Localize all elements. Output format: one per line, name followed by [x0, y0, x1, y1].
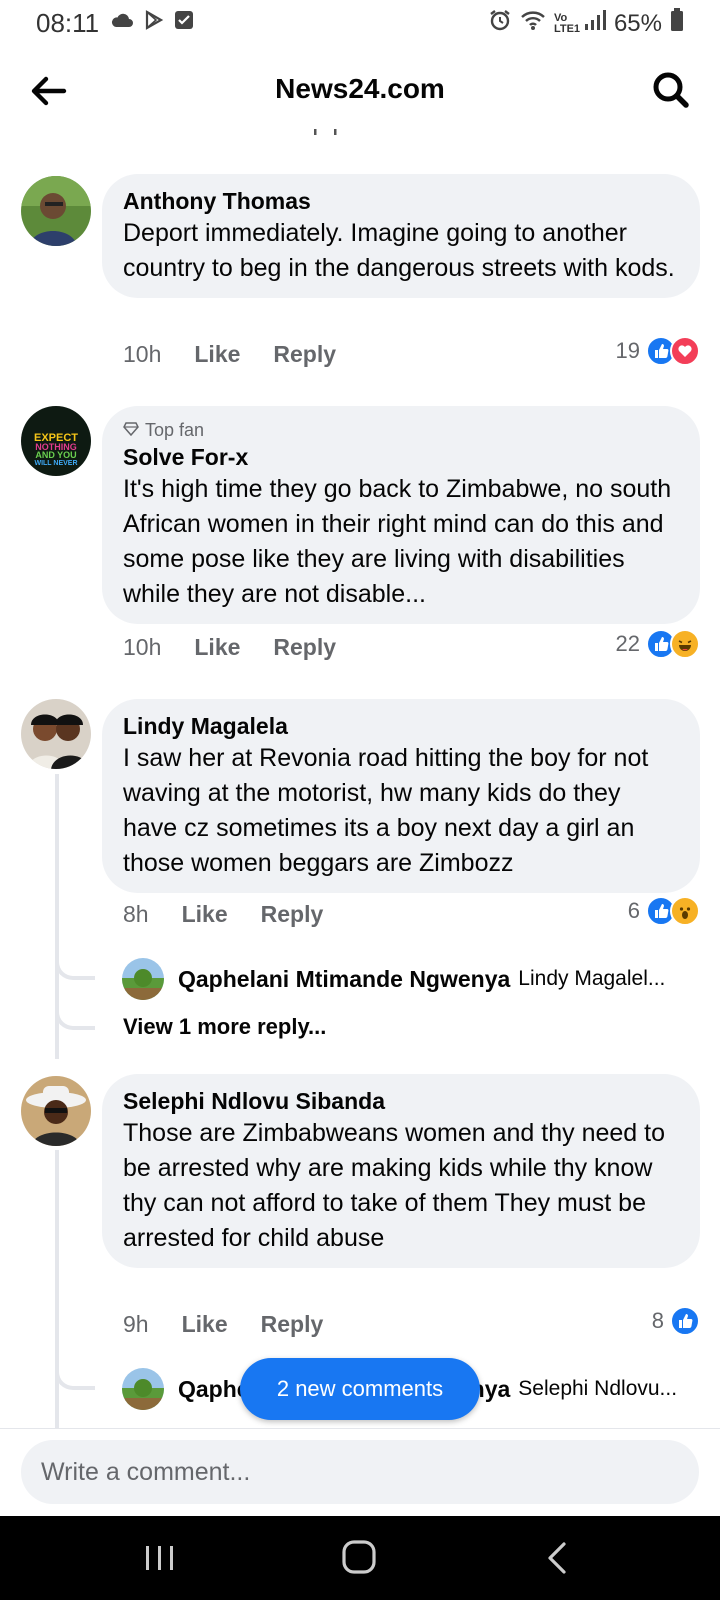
- like-button[interactable]: Like: [182, 1311, 228, 1338]
- wow-reaction-icon: [670, 896, 700, 926]
- haha-reaction-icon: [670, 629, 700, 659]
- reaction-count: 22: [615, 631, 640, 656]
- avatar-solve-for-x[interactable]: EXPECT NOTHING AND YOU WILL NEVER: [21, 406, 91, 476]
- battery-percent: 65%: [613, 9, 662, 37]
- home-button[interactable]: [338, 1536, 382, 1580]
- like-button[interactable]: Like: [194, 634, 240, 661]
- reply-button[interactable]: Reply: [273, 634, 336, 661]
- reaction-count: 6: [627, 898, 640, 923]
- comment-time: 8h: [123, 901, 149, 927]
- reply-button[interactable]: Reply: [261, 901, 324, 928]
- reply-text: Lindy Magalel...: [518, 967, 666, 990]
- reactions-summary[interactable]: 22: [616, 629, 700, 659]
- top-fan-badge: Top fan: [123, 418, 680, 442]
- like-button[interactable]: Like: [194, 341, 240, 368]
- comment-text: Deport immediately. Imagine going to ano…: [123, 219, 675, 282]
- alarm-icon: [488, 8, 512, 39]
- comment-bubble[interactable]: Top fan Solve For-x It's high time they …: [102, 406, 700, 624]
- comment-composer: [0, 1428, 720, 1516]
- clipped-text-fragment: [312, 126, 342, 136]
- comment-text: I saw her at Revonia road hitting the bo…: [123, 744, 649, 877]
- avatar-lindy-magalela[interactable]: [21, 699, 91, 769]
- page-title: News24.com: [275, 73, 445, 104]
- comment-actions: 8h Like Reply: [123, 901, 323, 928]
- battery-icon: [670, 8, 684, 39]
- reactions-summary[interactable]: 19: [616, 336, 700, 366]
- recent-apps-icon: [138, 1546, 182, 1584]
- comment-time: 10h: [123, 634, 162, 660]
- comment-bubble[interactable]: Anthony Thomas Deport immediately. Imagi…: [102, 174, 700, 298]
- app-header: News24.com: [0, 56, 720, 126]
- reactions-summary[interactable]: 6: [628, 896, 700, 926]
- comment-author[interactable]: Anthony Thomas: [123, 186, 680, 216]
- thread-connector: [55, 1006, 95, 1030]
- comment-text: It's high time they go back to Zimbabwe,…: [123, 475, 672, 608]
- avatar-qaphelani-mtimande-ngwenya[interactable]: [122, 958, 164, 1000]
- comment-actions: 9h Like Reply: [123, 1311, 323, 1338]
- comment-input[interactable]: [21, 1440, 699, 1504]
- reply-preview[interactable]: Qaphelani Mtimande Ngwenya Lindy Magalel…: [122, 958, 665, 1000]
- reply-author[interactable]: Qaphelani Mtimande Ngwenya: [178, 966, 510, 993]
- avatar-qaphelani-mtimande-ngwenya[interactable]: [122, 1368, 164, 1410]
- love-reaction-icon: [670, 336, 700, 366]
- new-comments-button[interactable]: 2 new comments: [240, 1358, 480, 1420]
- signal-icon: [584, 9, 606, 38]
- comment-bubble[interactable]: Lindy Magalela I saw her at Revonia road…: [102, 699, 700, 893]
- comments-list[interactable]: Anthony Thomas Deport immediately. Imagi…: [0, 126, 720, 1428]
- status-time: 08:11: [36, 8, 100, 38]
- thread-connector: [55, 1366, 95, 1390]
- reply-button[interactable]: Reply: [261, 1311, 324, 1338]
- system-back-button[interactable]: [538, 1536, 582, 1580]
- svg-text:AND YOU: AND YOU: [35, 450, 76, 460]
- comment-time: 10h: [123, 341, 162, 367]
- comment-author[interactable]: Selephi Ndlovu Sibanda: [123, 1086, 680, 1116]
- system-nav-bar: [0, 1516, 720, 1600]
- top-fan-label: Top fan: [145, 420, 205, 440]
- reaction-count: 19: [615, 338, 640, 363]
- search-button[interactable]: [648, 68, 694, 114]
- reactions-summary[interactable]: 8: [652, 1306, 700, 1336]
- wifi-icon: [520, 9, 546, 38]
- play-store-icon: [144, 10, 164, 35]
- checkbox-icon: [174, 10, 194, 35]
- comment-time: 9h: [123, 1311, 149, 1337]
- reply-text: Selephi Ndlovu...: [518, 1377, 678, 1400]
- comment-author[interactable]: Lindy Magalela: [123, 711, 680, 741]
- avatar-selephi-ndlovu-sibanda[interactable]: [21, 1076, 91, 1146]
- reply-button[interactable]: Reply: [273, 341, 336, 368]
- reaction-count: 8: [651, 1308, 664, 1333]
- home-icon: [338, 1540, 382, 1584]
- avatar-anthony-thomas[interactable]: [21, 176, 91, 246]
- thread-connector: [55, 956, 95, 980]
- svg-text:WILL NEVER: WILL NEVER: [34, 460, 77, 467]
- comment-text: Those are Zimbabweans women and thy need…: [123, 1119, 665, 1252]
- search-icon: [648, 72, 694, 118]
- view-more-replies-link[interactable]: View 1 more reply...: [123, 1014, 326, 1040]
- comment-bubble[interactable]: Selephi Ndlovu Sibanda Those are Zimbabw…: [102, 1074, 700, 1268]
- recent-apps-button[interactable]: [138, 1536, 182, 1580]
- comment-author[interactable]: Solve For-x: [123, 442, 680, 472]
- comment-actions: 10h Like Reply: [123, 634, 336, 661]
- thread-line: [55, 1150, 59, 1428]
- status-bar: 08:11 Vo LTE1 65%: [0, 0, 720, 46]
- cloud-icon: [110, 11, 134, 34]
- like-reaction-icon: [670, 1306, 700, 1336]
- diamond-icon: [123, 418, 139, 442]
- comment-actions: 10h Like Reply: [123, 341, 336, 368]
- like-button[interactable]: Like: [182, 901, 228, 928]
- back-nav-icon: [538, 1542, 582, 1584]
- network-label: Vo LTE1: [553, 11, 581, 35]
